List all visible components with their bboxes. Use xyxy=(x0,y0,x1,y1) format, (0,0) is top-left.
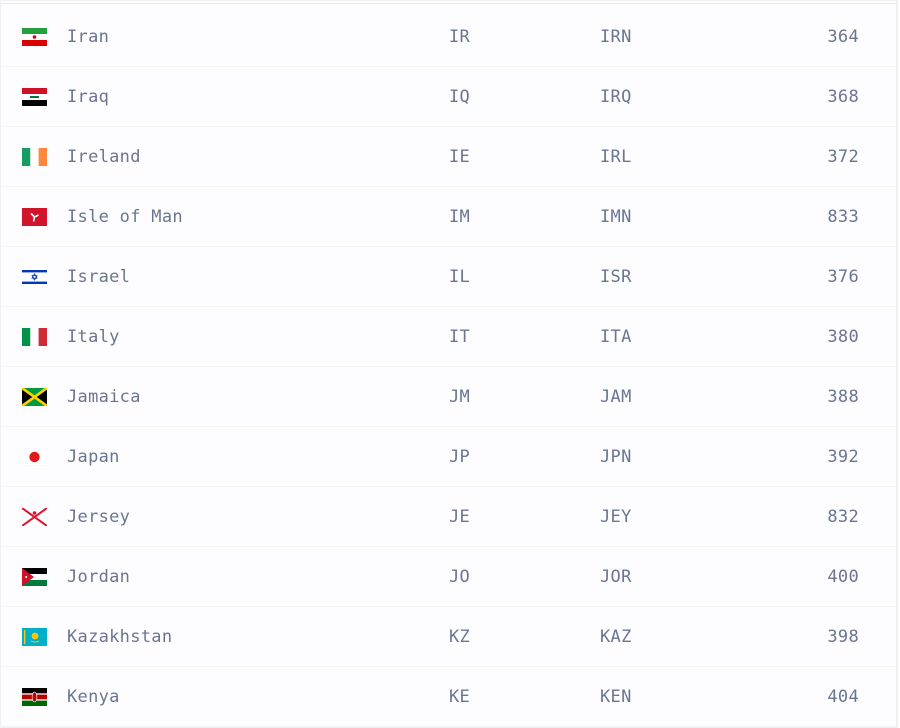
numeric-code: 400 xyxy=(827,567,859,587)
ireland-flag-icon xyxy=(22,148,47,166)
alpha3-code: KAZ xyxy=(600,627,632,647)
table-row[interactable]: Ireland IE IRL 372 xyxy=(1,127,897,187)
table-row[interactable]: Jersey JE JEY 832 xyxy=(1,487,897,547)
country-name: Isle of Man xyxy=(67,207,183,227)
table-row[interactable]: Jordan JO JOR 400 xyxy=(1,547,897,607)
numeric-code: 832 xyxy=(827,507,859,527)
country-name: Kazakhstan xyxy=(67,627,173,647)
table-row[interactable]: Isle of Man IM IMN 833 xyxy=(1,187,897,247)
alpha2-code: JM xyxy=(449,387,471,407)
alpha2-code: IT xyxy=(449,327,471,347)
alpha2-code: IL xyxy=(449,267,471,287)
numeric-code: 372 xyxy=(827,147,859,167)
numeric-code: 404 xyxy=(827,687,859,707)
alpha3-code: ISR xyxy=(600,267,632,287)
alpha2-code: IQ xyxy=(449,87,471,107)
alpha2-code: JO xyxy=(449,567,471,587)
table-row[interactable]: Jamaica JM JAM 388 xyxy=(1,367,897,427)
table-row[interactable]: Kazakhstan KZ KAZ 398 xyxy=(1,607,897,667)
alpha2-code: IM xyxy=(449,207,471,227)
italy-flag-icon xyxy=(22,328,47,346)
kenya-flag-icon xyxy=(22,688,47,706)
table-row[interactable]: Israel IL ISR 376 xyxy=(1,247,897,307)
country-name: Japan xyxy=(67,447,120,467)
numeric-code: 364 xyxy=(827,27,859,47)
country-name: Jordan xyxy=(67,567,131,587)
alpha3-code: IMN xyxy=(600,207,632,227)
jordan-flag-icon xyxy=(22,568,47,586)
iraq-flag-icon xyxy=(22,88,47,106)
alpha2-code: KE xyxy=(449,687,471,707)
table-row[interactable]: Japan JP JPN 392 xyxy=(1,427,897,487)
numeric-code: 376 xyxy=(827,267,859,287)
table-row[interactable]: Italy IT ITA 380 xyxy=(1,307,897,367)
alpha3-code: JOR xyxy=(600,567,632,587)
iran-flag-icon xyxy=(22,28,47,46)
country-name: Iran xyxy=(67,27,110,47)
alpha3-code: IRL xyxy=(600,147,632,167)
alpha3-code: IRN xyxy=(600,27,632,47)
numeric-code: 388 xyxy=(827,387,859,407)
kazakhstan-flag-icon xyxy=(22,628,47,646)
alpha3-code: JEY xyxy=(600,507,632,527)
numeric-code: 398 xyxy=(827,627,859,647)
jersey-flag-icon xyxy=(22,508,47,526)
alpha2-code: KZ xyxy=(449,627,471,647)
alpha3-code: IRQ xyxy=(600,87,632,107)
table-row[interactable]: Kenya KE KEN 404 xyxy=(1,667,897,727)
alpha2-code: JP xyxy=(449,447,471,467)
alpha3-code: ITA xyxy=(600,327,632,347)
numeric-code: 368 xyxy=(827,87,859,107)
isle-of-man-flag-icon xyxy=(22,208,47,226)
country-name: Kenya xyxy=(67,687,120,707)
numeric-code: 833 xyxy=(827,207,859,227)
alpha2-code: IR xyxy=(449,27,471,47)
country-name: Ireland xyxy=(67,147,141,167)
numeric-code: 392 xyxy=(827,447,859,467)
jamaica-flag-icon xyxy=(22,388,47,406)
table-row[interactable]: Iraq IQ IRQ 368 xyxy=(1,67,897,127)
alpha2-code: JE xyxy=(449,507,471,527)
numeric-code: 380 xyxy=(827,327,859,347)
country-name: Italy xyxy=(67,327,120,347)
table-row[interactable]: Iran IR IRN 364 xyxy=(1,7,897,67)
japan-flag-icon xyxy=(22,448,47,466)
alpha3-code: JAM xyxy=(600,387,632,407)
alpha3-code: KEN xyxy=(600,687,632,707)
country-name: Jersey xyxy=(67,507,131,527)
country-name: Iraq xyxy=(67,87,110,107)
alpha3-code: JPN xyxy=(600,447,632,467)
country-table: Iran IR IRN 364 Iraq IQ IRQ 368 Ireland … xyxy=(0,0,898,728)
country-name: Jamaica xyxy=(67,387,141,407)
alpha2-code: IE xyxy=(449,147,471,167)
country-name: Israel xyxy=(67,267,131,287)
israel-flag-icon xyxy=(22,268,47,286)
